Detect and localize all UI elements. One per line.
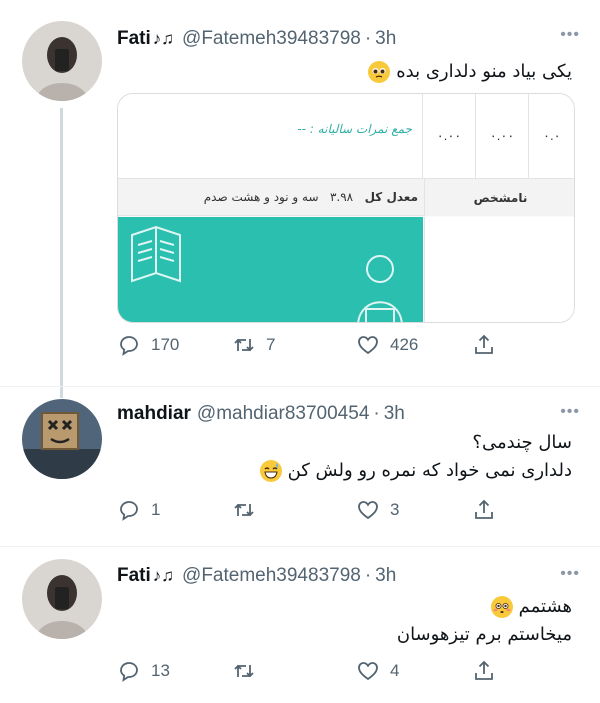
timestamp[interactable]: 3h — [375, 565, 396, 587]
book-and-student-icon — [131, 225, 403, 322]
retweet-icon — [234, 503, 254, 517]
average-words: سه و نود و هشت صدم — [203, 190, 319, 204]
like-button[interactable]: 4 — [356, 659, 399, 683]
average-text: معدل کل ۳.۹۸ سه و نود و هشت صدم — [128, 190, 418, 204]
score-cell: ۰.۰۰ — [423, 94, 476, 179]
tweet-actions: 13 4 — [117, 659, 517, 689]
timestamp[interactable]: 3h — [384, 403, 405, 425]
heart-icon — [358, 501, 378, 520]
reply-count: 1 — [151, 500, 161, 519]
display-name[interactable]: mahdiar — [117, 403, 191, 425]
separator-dot: · — [364, 565, 372, 586]
tweet-text: سال چندمی؟ دلداری نمی خواد که نمره رو ول… — [259, 429, 572, 485]
handle[interactable]: @Fatemeh39483798 — [182, 565, 361, 587]
reply-icon — [120, 336, 138, 356]
score-cell: ۰.۰ — [529, 94, 574, 179]
tweet-text-line-with-emoji: هشتمم — [397, 593, 572, 621]
average-label: معدل کل — [364, 190, 418, 204]
like-count: 3 — [390, 500, 400, 519]
avatar[interactable] — [22, 21, 102, 101]
handle[interactable]: @mahdiar83700454 — [197, 403, 369, 425]
reply-button[interactable]: 1 — [117, 498, 160, 522]
reply-count: 170 — [151, 335, 180, 354]
annual-sum-label: جمع نمرات سالیانه : -- — [297, 122, 412, 136]
separator-dot: · — [364, 28, 372, 49]
tweet-text-line-with-emoji: دلداری نمی خواد که نمره رو ولش کن — [259, 457, 572, 485]
retweet-button[interactable] — [232, 659, 256, 683]
like-button[interactable]: 3 — [356, 498, 399, 522]
tweet-header: Fati ♪♫ @Fatemeh39483798 · 3h — [117, 24, 396, 54]
retweet-button[interactable]: 7 — [232, 333, 275, 357]
handle[interactable]: @Fatemeh39483798 — [182, 28, 361, 50]
score-cell: ۰.۰۰ — [476, 94, 529, 179]
like-count: 4 — [390, 661, 400, 680]
share-button[interactable] — [472, 659, 496, 683]
tweet-text-line: یکی بیاد منو دلداری بده — [396, 61, 572, 82]
blank-cell — [424, 217, 574, 322]
teal-banner — [118, 217, 423, 322]
tweet-text-line: دلداری نمی خواد که نمره رو ولش کن — [287, 460, 572, 481]
avatar-photo-icon — [22, 559, 102, 639]
share-button[interactable] — [472, 333, 496, 357]
retweet-count: 7 — [266, 335, 276, 354]
like-button[interactable]: 426 — [356, 333, 418, 357]
display-name[interactable]: Fati — [117, 565, 151, 587]
reply-icon — [120, 501, 138, 521]
tweet-actions: 170 7 426 — [117, 333, 517, 363]
tweet-2[interactable]: mahdiar @mahdiar83700454 · 3h ••• سال چن… — [0, 387, 600, 547]
more-options-icon[interactable]: ••• — [560, 565, 580, 583]
share-icon — [475, 660, 493, 680]
unknown-label: نامشخص — [424, 179, 574, 216]
reply-button[interactable]: 13 — [117, 659, 170, 683]
share-button[interactable] — [472, 498, 496, 522]
share-icon — [475, 499, 493, 519]
separator-dot: · — [373, 403, 380, 424]
like-count: 426 — [390, 335, 419, 354]
music-notes: ♪♫ — [152, 29, 175, 48]
retweet-button[interactable] — [232, 498, 256, 522]
heart-icon — [358, 336, 378, 355]
more-options-icon[interactable]: ••• — [560, 403, 580, 421]
avatar-photo-icon — [22, 399, 102, 479]
display-name[interactable]: Fati — [117, 28, 151, 50]
tweet-text-line: میخاستم برم تیزهوسان — [396, 624, 572, 645]
grinning-sweat-face-icon — [259, 460, 282, 482]
thread-line — [60, 108, 63, 398]
annual-sum-cell: جمع نمرات سالیانه : -- — [118, 94, 423, 179]
more-options-icon[interactable]: ••• — [560, 26, 580, 44]
tweet-actions: 1 3 — [117, 498, 517, 528]
avatar-photo-icon — [22, 21, 102, 101]
tweet-header: Fati ♪♫ @Fatemeh39483798 · 3h — [117, 561, 396, 591]
avatar[interactable] — [22, 559, 102, 639]
avatar[interactable] — [22, 399, 102, 479]
music-notes: ♪♫ — [152, 566, 175, 585]
average-value: ۳.۹۸ — [329, 190, 354, 204]
tweet-3[interactable]: Fati ♪♫ @Fatemeh39483798 · 3h ••• هشتمم … — [0, 547, 600, 703]
reply-icon — [120, 662, 138, 682]
tweet-header: mahdiar @mahdiar83700454 · 3h — [117, 399, 405, 429]
share-icon — [475, 334, 493, 354]
tweet-text: یکی بیاد منو دلداری بده — [368, 58, 572, 86]
flushed-face-icon — [490, 596, 513, 618]
tweet-text-line: هشتمم — [518, 596, 572, 617]
timestamp[interactable]: 3h — [375, 28, 396, 50]
tweet-media-image[interactable]: جمع نمرات سالیانه : -- ۰.۰۰ ۰.۰۰ ۰.۰ معد… — [117, 93, 575, 323]
retweet-icon — [234, 664, 254, 678]
tweet-text-line: سال چندمی؟ — [472, 432, 572, 453]
tweet-text: هشتمم میخاستم برم تیزهوسان — [397, 593, 572, 649]
pleading-face-icon — [368, 61, 391, 83]
reply-count: 13 — [151, 661, 170, 680]
reply-button[interactable]: 170 — [117, 333, 179, 357]
heart-icon — [358, 662, 378, 681]
average-row: معدل کل ۳.۹۸ سه و نود و هشت صدم نامشخص — [118, 179, 574, 216]
retweet-icon — [234, 338, 254, 352]
tweet-1[interactable]: Fati ♪♫ @Fatemeh39483798 · 3h ••• یکی بی… — [0, 0, 600, 398]
